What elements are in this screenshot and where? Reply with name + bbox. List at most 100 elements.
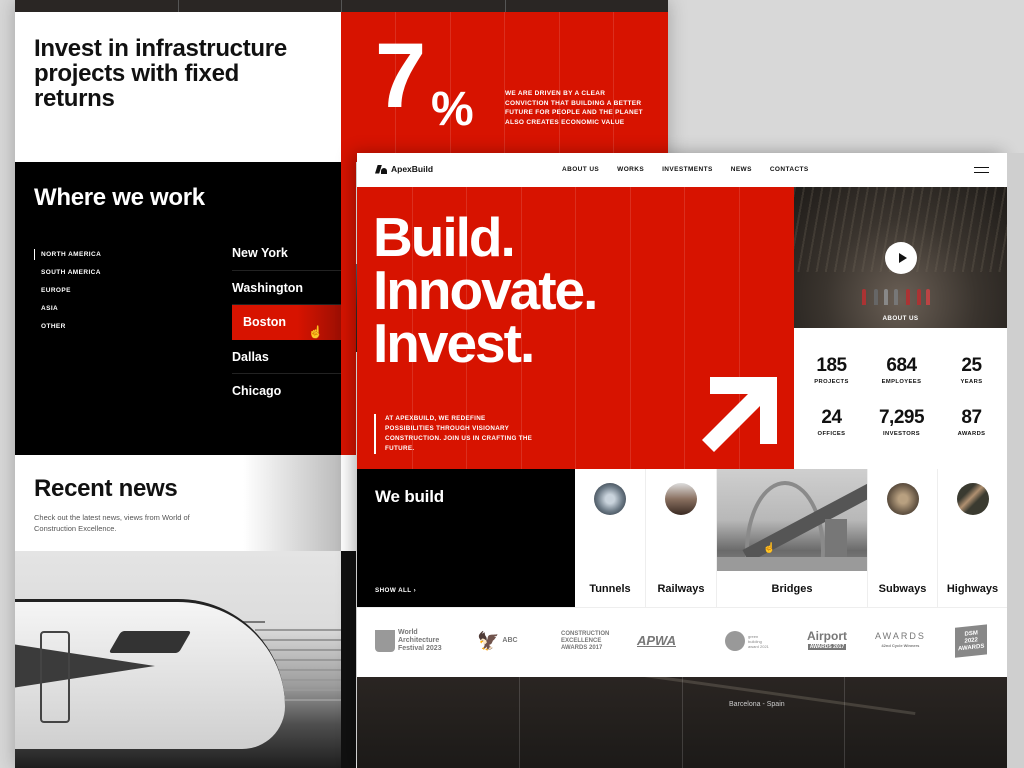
stat-value: 7,295 bbox=[878, 407, 925, 428]
return-rate-value: 7 bbox=[375, 25, 426, 127]
awards-strip: World Architecture Festival 2023 🦅 ABC CON… bbox=[357, 607, 1007, 677]
nav-contacts[interactable]: CONTACTS bbox=[770, 166, 809, 173]
category-list: Tunnels Railways ☝ Bridges Subways Highw… bbox=[575, 469, 1007, 607]
award-text: APWA bbox=[637, 633, 676, 648]
stat-label: YEARS bbox=[960, 379, 983, 385]
city-list: New York Washington Boston ☝ Dallas Chica… bbox=[232, 236, 341, 409]
city-chicago[interactable]: Chicago bbox=[232, 374, 341, 409]
region-south-america[interactable]: SOUTH AMERICA bbox=[34, 268, 101, 286]
award-text: World Architecture Festival 2023 bbox=[398, 629, 442, 652]
hamburger-menu-icon[interactable] bbox=[974, 167, 989, 173]
we-build-heading: We build bbox=[375, 487, 444, 506]
region-list: NORTH AMERICA SOUTH AMERICA EUROPE ASIA … bbox=[34, 249, 101, 340]
category-subways[interactable]: Subways bbox=[868, 469, 938, 607]
city-label: Washington bbox=[232, 280, 304, 295]
category-label: Railways bbox=[657, 583, 705, 595]
stat-value: 87 bbox=[961, 407, 982, 428]
award-construction-excellence: CONSTRUCTION EXCELLENCE AWARDS 2017 bbox=[561, 626, 609, 656]
award-awards-42nd: AWARDS 42nd Cycle Winners bbox=[875, 626, 926, 656]
recent-news-section: Recent news Check out the latest news, v… bbox=[15, 455, 341, 551]
award-text: CONSTRUCTION EXCELLENCE AWARDS 2017 bbox=[561, 630, 610, 651]
recent-news-heading: Recent news bbox=[34, 475, 178, 502]
red-edge bbox=[341, 162, 356, 455]
award-apwa: APWA bbox=[637, 626, 676, 656]
project-gallery[interactable]: Barcelona - Spain bbox=[357, 677, 1007, 768]
we-build-section: We build SHOW ALL › bbox=[357, 469, 575, 607]
bridges-photo bbox=[717, 469, 867, 571]
award-world-architecture-festival: World Architecture Festival 2023 bbox=[375, 626, 442, 656]
about-us-label: ABOUT US bbox=[882, 315, 919, 322]
stat-label: AWARDS bbox=[957, 431, 986, 437]
stat-years: 25 YEARS bbox=[936, 355, 1007, 386]
category-label: Tunnels bbox=[589, 583, 631, 595]
logo-icon bbox=[375, 165, 387, 174]
nav-investments[interactable]: INVESTMENTS bbox=[662, 166, 713, 173]
award-dsm: DSM 2022 AWARDS bbox=[955, 624, 988, 658]
hero-tagline: AT APEXBUILD, WE REDEFINE POSSIBILITIES … bbox=[374, 414, 534, 454]
stat-label: OFFICES bbox=[817, 431, 846, 437]
stat-label: INVESTORS bbox=[883, 431, 920, 437]
region-other[interactable]: OTHER bbox=[34, 322, 101, 340]
return-rate-description: WE ARE DRIVEN BY A CLEAR CONVICTION THAT… bbox=[505, 90, 643, 126]
stat-value: 24 bbox=[821, 407, 842, 428]
city-boston[interactable]: Boston ☝ bbox=[232, 305, 341, 340]
play-icon[interactable] bbox=[885, 242, 917, 274]
arrow-up-right-icon[interactable] bbox=[702, 377, 777, 452]
stat-label: PROJECTS bbox=[814, 379, 849, 385]
category-highways[interactable]: Highways bbox=[938, 469, 1007, 607]
city-label: Boston bbox=[243, 315, 287, 329]
railways-thumbnail bbox=[665, 483, 697, 515]
recent-news-description: Check out the latest news, views from Wo… bbox=[34, 513, 190, 533]
award-airport: Airport AWARDS 2017 bbox=[807, 626, 847, 656]
stat-employees: 684 EMPLOYEES bbox=[866, 356, 937, 386]
brand-logo[interactable]: ApexBuild bbox=[375, 164, 433, 174]
green-building-logo-icon bbox=[725, 631, 745, 651]
percent-symbol: % bbox=[431, 83, 474, 136]
show-all-label: SHOW ALL bbox=[375, 587, 412, 594]
city-label: Chicago bbox=[232, 384, 282, 398]
page-edge bbox=[1007, 153, 1024, 768]
front-page: ApexBuild ABOUT US WORKS INVESTMENTS NEW… bbox=[357, 153, 1007, 768]
award-text: Airport AWARDS 2017 bbox=[807, 628, 847, 650]
category-railways[interactable]: Railways bbox=[646, 469, 717, 607]
stat-investors: 7,295 INVESTORS bbox=[866, 407, 937, 438]
region-north-america[interactable]: NORTH AMERICA bbox=[34, 249, 101, 268]
tunnels-thumbnail bbox=[594, 483, 626, 515]
stats-panel: 185 PROJECTS 684 EMPLOYEES 25 YEARS 24 OFFIC… bbox=[794, 328, 1007, 469]
where-we-work-section: Where we work NORTH AMERICA SOUTH AMERIC… bbox=[15, 162, 341, 455]
nav-works[interactable]: WORKS bbox=[617, 166, 644, 173]
region-asia[interactable]: ASIA bbox=[34, 304, 101, 322]
brand-name: ApexBuild bbox=[391, 164, 434, 174]
gallery-caption: Barcelona - Spain bbox=[729, 701, 785, 708]
stat-value: 185 bbox=[816, 355, 847, 376]
nav-about-us[interactable]: ABOUT US bbox=[562, 166, 599, 173]
highways-thumbnail bbox=[956, 483, 989, 515]
category-label: Highways bbox=[946, 583, 999, 595]
hero-section: Build. Innovate. Invest. AT APEXBUILD, W… bbox=[357, 187, 794, 469]
pointer-cursor-icon: ☝ bbox=[763, 543, 776, 554]
category-label: Bridges bbox=[771, 583, 813, 595]
news-train-image[interactable] bbox=[15, 551, 341, 768]
category-bridges[interactable]: ☝ Bridges bbox=[717, 469, 868, 607]
stat-value: 25 bbox=[961, 355, 982, 376]
region-europe[interactable]: EUROPE bbox=[34, 286, 101, 304]
category-tunnels[interactable]: Tunnels bbox=[575, 469, 646, 607]
award-text: ABC bbox=[502, 637, 518, 644]
show-all-link[interactable]: SHOW ALL › bbox=[375, 587, 416, 594]
hero-headline: Build. Innovate. Invest. bbox=[373, 210, 598, 371]
where-we-work-heading: Where we work bbox=[34, 184, 205, 211]
headline-line-invest: Invest. bbox=[373, 312, 535, 374]
city-washington[interactable]: Washington bbox=[232, 271, 341, 305]
top-nav: ApexBuild ABOUT US WORKS INVESTMENTS NEW… bbox=[357, 153, 1007, 187]
city-new-york[interactable]: New York bbox=[232, 236, 341, 271]
nav-news[interactable]: NEWS bbox=[731, 166, 752, 173]
about-video[interactable]: ABOUT US bbox=[794, 187, 1007, 328]
main-menu: ABOUT US WORKS INVESTMENTS NEWS CONTACTS bbox=[562, 166, 827, 173]
award-text: AWARDS 42nd Cycle Winners bbox=[875, 631, 926, 649]
stat-label: EMPLOYEES bbox=[881, 379, 922, 385]
city-label: New York bbox=[232, 246, 288, 260]
award-text: green building award 2021 bbox=[748, 633, 769, 649]
award-text: DSM 2022 AWARDS bbox=[958, 629, 985, 652]
waf-logo-icon bbox=[375, 630, 395, 652]
city-dallas[interactable]: Dallas bbox=[232, 340, 341, 374]
